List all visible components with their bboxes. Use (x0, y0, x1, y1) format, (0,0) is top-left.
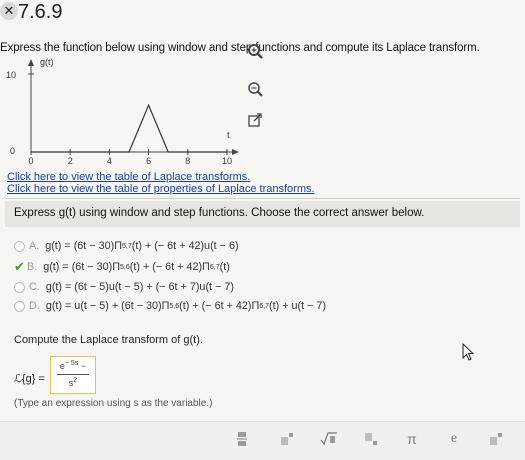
x-tick-label: 2 (68, 156, 73, 166)
compute-prompt: Compute the Laplace transform of g(t). (14, 334, 203, 346)
question-text: Express g(t) using window and step funct… (14, 207, 425, 219)
problem-number: 7.6.9 (18, 1, 63, 23)
option-subscript-2: 6,7 (209, 263, 220, 271)
option-tail: (t) + (− 6t + 42)Π (179, 300, 260, 312)
radio-d[interactable] (14, 300, 25, 312)
laplace-label: ℒ{g} = (14, 373, 45, 385)
option-b[interactable]: ✔ B. g(t) = (6t − 30)Π 5,6 (t) + (− 6t + 4… (14, 259, 230, 275)
option-tail-2: (t) (219, 261, 230, 273)
y-tick-label: 10 (6, 70, 16, 80)
x-icon: ✕ (0, 2, 18, 20)
option-tail-2: (t) + u(t − 7) (269, 300, 327, 312)
option-letter: A. (29, 240, 40, 252)
option-text: g(t) = u(t − 5) + (6t − 30)Π (45, 300, 170, 312)
superscript-icon[interactable] (276, 430, 298, 448)
y-axis-label: g(t) (40, 57, 54, 67)
exponent-icon[interactable] (485, 430, 507, 448)
subscript-icon[interactable] (360, 430, 382, 448)
pi-icon[interactable]: π (401, 430, 423, 448)
x-tick-label: 4 (107, 156, 112, 166)
option-subscript: 5,7 (122, 242, 132, 250)
external-link-icon[interactable] (246, 112, 264, 130)
radio-c[interactable] (14, 281, 25, 293)
option-text: g(t) = (6t − 30)Π (43, 261, 121, 273)
properties-table-link[interactable]: Click here to view the table of properti… (7, 183, 315, 195)
x-axis-arrow (232, 149, 239, 155)
function-graph: g(t) 10 0 t 0 2 4 6 8 10 (6, 57, 239, 166)
laplace-table-link[interactable]: Click here to view the table of Laplace … (7, 171, 250, 183)
problem-title: Express the function below using window … (0, 42, 480, 54)
function-line (31, 103, 227, 153)
option-subscript-2: 6,7 (259, 302, 270, 310)
mouse-cursor-icon (462, 343, 475, 361)
option-letter: D. (29, 300, 40, 312)
x-axis-label: t (227, 130, 230, 140)
x-tick-label: 8 (185, 156, 190, 166)
input-hint: (Type an expression using s as the varia… (14, 398, 213, 409)
e-icon[interactable]: e (443, 430, 465, 448)
answer-input[interactable]: e− 5s − s2 (50, 356, 96, 394)
fraction-numerator: e− 5s − (59, 360, 87, 371)
option-letter: B. (27, 261, 38, 273)
divider (5, 198, 520, 199)
y-origin-label: 0 (10, 146, 15, 156)
option-subscript: 5,6 (120, 263, 130, 271)
x-tick-label: 6 (146, 156, 151, 166)
zoom-in-icon[interactable] (246, 42, 264, 60)
option-letter: C. (29, 281, 40, 293)
option-subscript: 5,6 (169, 302, 180, 310)
x-tick-label: 0 (28, 156, 33, 166)
x-tick-label: 10 (222, 156, 232, 166)
option-text: g(t) = (6t − 30)Π (45, 240, 123, 252)
option-tail: (t) + (− 6t + 42)u(t − 6) (131, 240, 239, 252)
fraction-denominator: s2 (68, 377, 78, 388)
option-d[interactable]: D. g(t) = u(t − 5) + (6t − 30)Π 5,6 (t) + … (14, 298, 326, 314)
zoom-out-icon[interactable] (246, 80, 264, 98)
option-c[interactable]: C. g(t) = (6t − 5)u(t − 5) + (− 6t + 7)u… (14, 279, 234, 295)
radio-a[interactable] (14, 240, 25, 252)
fraction-icon[interactable] (231, 430, 253, 448)
sqrt-icon[interactable] (318, 430, 340, 448)
checkmark-icon: ✔ (14, 259, 25, 274)
option-text: g(t) = (6t − 5)u(t − 5) + (− 6t + 7)u(t … (45, 281, 234, 293)
y-axis-arrow (28, 59, 34, 66)
fraction-bar (57, 374, 89, 375)
option-tail: (t) + (− 6t + 42)Π (129, 261, 210, 273)
option-a[interactable]: A. g(t) = (6t − 30)Π 5,7 (t) + (− 6t + 42)… (14, 238, 239, 254)
